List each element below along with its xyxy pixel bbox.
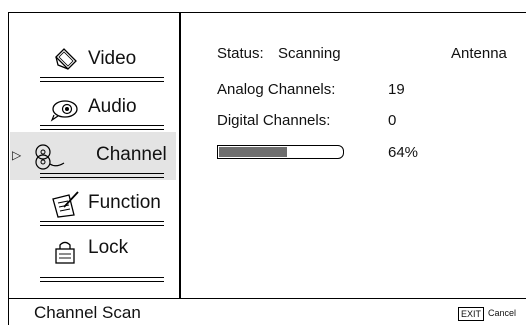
menu-item-label: Channel [96, 144, 167, 165]
analog-channels-value: 19 [388, 81, 405, 98]
video-tablet-icon [55, 48, 77, 70]
scan-progress-bar [217, 145, 344, 159]
menu-item-label: Function [88, 192, 161, 213]
menu-divider [40, 277, 164, 282]
panel-separator [179, 12, 181, 298]
menu-divider [40, 173, 164, 178]
scan-progress-percent: 64% [388, 144, 419, 161]
analog-channels-label: Analog Channels: [217, 81, 336, 98]
lock-hand-icon [55, 241, 75, 264]
selection-pointer-icon: ▷ [12, 148, 22, 162]
menu-divider [40, 125, 164, 130]
menu-item-label: Video [88, 48, 137, 69]
menu-divider [40, 77, 164, 82]
menu-divider [40, 221, 164, 226]
menu-item-lock[interactable]: Lock [10, 228, 176, 282]
scan-progress-fill [219, 147, 287, 157]
digital-channels-value: 0 [388, 112, 397, 129]
menu-item-video[interactable]: Video [10, 36, 176, 84]
cancel-hint: Cancel [488, 308, 517, 318]
channel-reels-icon [35, 144, 65, 170]
function-pen-icon [52, 191, 79, 218]
menu-item-label: Audio [88, 96, 137, 117]
digital-channels-label: Digital Channels: [217, 112, 331, 129]
menu-item-channel[interactable]: ▷ Channel [10, 132, 176, 180]
source-label: Antenna [451, 45, 507, 62]
menu-item-function[interactable]: Function [10, 180, 176, 228]
exit-key-icon[interactable]: EXIT [458, 307, 485, 321]
status-value: Scanning [278, 45, 341, 62]
menu-item-audio[interactable]: Audio [10, 84, 176, 132]
menu-sidebar: Video Audio ▷ Channel Function Lock [8, 12, 178, 298]
menu-item-label: Lock [88, 237, 129, 258]
status-label: Status: [217, 45, 264, 62]
footer-separator [8, 298, 526, 299]
audio-speaker-icon [50, 100, 78, 122]
page-title: Channel Scan [34, 303, 141, 322]
